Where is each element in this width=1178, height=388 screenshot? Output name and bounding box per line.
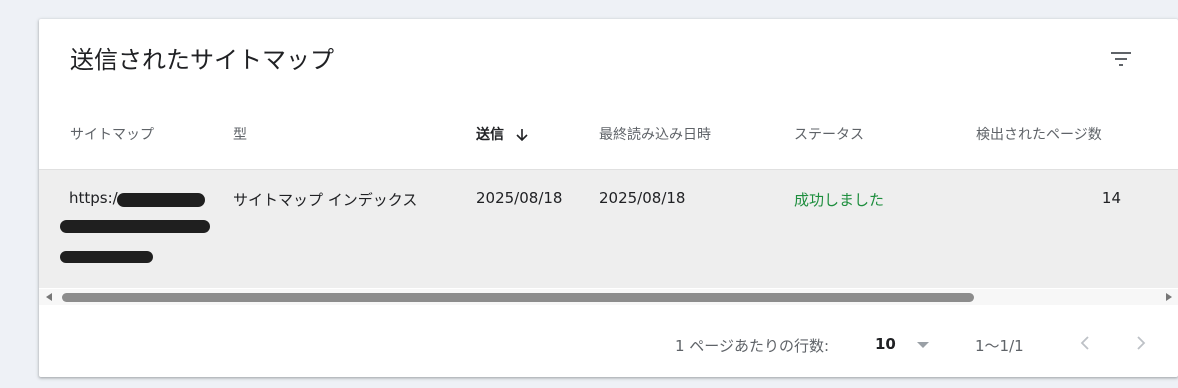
dropdown-caret-icon bbox=[917, 342, 929, 348]
sitemap-url-cell[interactable]: https:/ bbox=[59, 187, 219, 267]
column-header-last-read[interactable]: 最終読み込み日時 bbox=[599, 124, 711, 144]
cell-status: 成功しました bbox=[794, 191, 885, 209]
arrow-down-icon bbox=[516, 129, 528, 142]
column-header-type[interactable]: 型 bbox=[233, 124, 247, 144]
cell-submitted: 2025/08/18 bbox=[476, 189, 563, 207]
cell-last-read: 2025/08/18 bbox=[599, 189, 686, 207]
pagination-range: 1〜1/1 bbox=[975, 337, 1024, 355]
column-header-sitemap[interactable]: サイトマップ bbox=[70, 124, 154, 144]
column-header-pages[interactable]: 検出されたページ数 bbox=[976, 124, 1102, 144]
previous-page-button[interactable] bbox=[1069, 327, 1101, 359]
redaction-mark bbox=[60, 251, 153, 263]
redaction-mark bbox=[117, 193, 205, 207]
column-header-submitted-label: 送信 bbox=[476, 127, 504, 143]
scrollbar-thumb[interactable] bbox=[62, 293, 974, 302]
column-header-submitted[interactable]: 送信 bbox=[476, 124, 529, 144]
redaction-mark bbox=[60, 220, 210, 233]
cell-pages: 14 bbox=[1101, 189, 1121, 207]
sitemaps-card: 送信されたサイトマップ サイトマップ 型 送信 最終読み込み日時 ステータス 検… bbox=[39, 19, 1178, 377]
cell-type: サイトマップ インデックス bbox=[233, 191, 418, 209]
scroll-right-arrow[interactable] bbox=[1166, 293, 1172, 301]
sitemap-url-text: https:/ bbox=[69, 189, 118, 207]
horizontal-scrollbar[interactable] bbox=[39, 289, 1178, 305]
rows-per-page-select[interactable]: 10 bbox=[875, 333, 935, 357]
rows-per-page-value: 10 bbox=[875, 335, 896, 353]
rows-per-page-label: 1 ページあたりの行数: bbox=[675, 337, 830, 355]
filter-button[interactable] bbox=[1105, 43, 1137, 75]
card-title: 送信されたサイトマップ bbox=[70, 46, 334, 74]
next-page-button[interactable] bbox=[1125, 327, 1157, 359]
scroll-left-arrow[interactable] bbox=[46, 293, 52, 301]
filter-icon bbox=[1111, 52, 1131, 66]
column-header-status[interactable]: ステータス bbox=[794, 124, 864, 144]
chevron-right-icon bbox=[1137, 336, 1146, 350]
chevron-left-icon bbox=[1080, 336, 1089, 350]
